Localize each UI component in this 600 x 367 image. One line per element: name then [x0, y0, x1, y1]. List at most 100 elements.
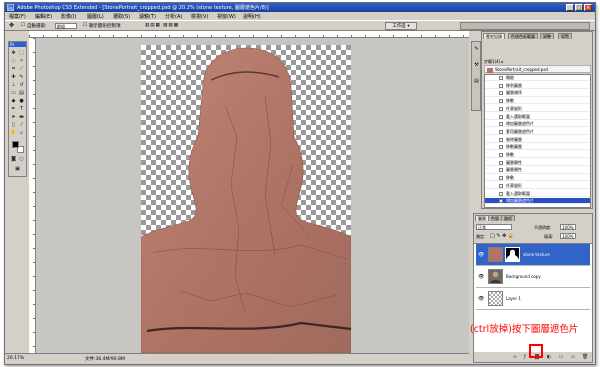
marquee-tool-icon[interactable]: ⬚ — [18, 50, 25, 57]
layer-thumbnail — [488, 269, 503, 284]
auto-select-checkbox[interactable]: ☐ — [21, 23, 25, 28]
history-step-label: 載入選取範圍 — [506, 113, 530, 119]
history-step[interactable]: 增加圖層遮色片 — [485, 198, 590, 205]
history-step[interactable]: 載入選取範圍 — [485, 191, 590, 197]
crop-tool-icon[interactable]: ⌗ — [10, 66, 17, 73]
workspace-button[interactable]: 工作區 ▾ — [385, 22, 417, 30]
blur-tool-icon[interactable]: ◆ — [10, 98, 17, 105]
history-step[interactable]: 移動 — [485, 152, 590, 159]
history-step[interactable]: 移動圖層 — [485, 144, 590, 151]
foreground-color-swatch[interactable] — [12, 141, 19, 148]
blend-mode-dropdown[interactable]: 正常 — [476, 224, 512, 230]
adjustment-layer-icon[interactable]: ◐ — [546, 354, 552, 360]
delete-layer-icon[interactable]: 🗑 — [582, 354, 588, 360]
fill-field[interactable]: 100% — [560, 233, 576, 239]
panel-dock-tab[interactable] — [460, 22, 590, 30]
toolbox: Ps ✥ ⬚ ◌ ✧ ⌗ ⟋ ✚ ✎ ⊥ ↺ ▭ ▤ ◆ ● ✒ T ➤ ▬ ▯… — [8, 41, 27, 177]
history-step[interactable]: 套用圖層遮色片 — [485, 129, 590, 136]
history-step[interactable]: 移動 — [485, 175, 590, 182]
history-step[interactable]: 增加圖層遮色片 — [485, 121, 590, 128]
tab-paths[interactable]: 路徑 — [501, 215, 515, 221]
tab-layers[interactable]: 圖層 — [475, 215, 489, 221]
horizontal-ruler[interactable] — [29, 31, 469, 38]
tab-color-range[interactable]: 色版色彩範圍 — [508, 33, 538, 39]
visibility-eye-icon[interactable]: 👁 — [478, 252, 484, 258]
zoom-tool-icon[interactable]: ⌕ — [18, 130, 25, 137]
menu-filter[interactable]: 濾鏡(T) — [139, 13, 156, 20]
eyedropper-icon[interactable]: ⁄ — [18, 122, 25, 129]
align-buttons-icon[interactable]: ▥▤▦ ▧▨▩ — [145, 23, 179, 28]
screen-mode-icon[interactable]: ▣ — [14, 166, 21, 173]
history-step[interactable]: 刪除圖層 — [485, 137, 590, 143]
maximize-button[interactable]: □ — [575, 4, 583, 11]
eraser-tool-icon[interactable]: ▭ — [10, 90, 17, 97]
shape-tool-icon[interactable]: ▬ — [18, 114, 25, 121]
quick-mask-icon[interactable]: ◙ — [10, 156, 17, 163]
brush-tool-icon[interactable]: ✎ — [18, 74, 25, 81]
new-group-icon[interactable]: ▭ — [558, 354, 564, 360]
layer-row-layer-1[interactable]: 👁 Layer 1 — [476, 288, 590, 310]
menu-select[interactable]: 選取(S) — [113, 13, 130, 20]
move-tool-icon[interactable]: ✥ — [10, 50, 17, 57]
opacity-field[interactable]: 100% — [560, 224, 576, 230]
history-brush-icon[interactable]: ↺ — [18, 82, 25, 89]
transform-controls-checkbox[interactable]: ☐ — [83, 23, 87, 28]
history-step[interactable]: 移動 — [485, 98, 590, 105]
layer-style-icon[interactable]: ƒ — [522, 354, 528, 360]
tab-history[interactable]: 歷史記錄 — [483, 33, 505, 39]
slice-tool-icon[interactable]: ⟋ — [18, 66, 25, 73]
layer-row-stone-texture[interactable]: 👁 stone texture — [476, 244, 590, 266]
history-step[interactable]: 載入選取範圍 — [485, 114, 590, 120]
brush-panel-icon[interactable]: ✎ — [473, 46, 480, 53]
type-tool-icon[interactable]: T — [18, 106, 25, 113]
history-step[interactable]: 圖層屬性 — [485, 167, 590, 174]
history-snapshot[interactable]: StonePortrait_cropped.psd — [484, 65, 591, 73]
layer-mask-thumbnail[interactable] — [505, 247, 520, 262]
minimize-button[interactable]: _ — [566, 4, 574, 11]
visibility-eye-icon[interactable]: 👁 — [478, 296, 484, 302]
gradient-tool-icon[interactable]: ▤ — [18, 90, 25, 97]
auto-select-dropdown[interactable]: 群組 — [55, 23, 77, 29]
lock-icons[interactable]: □ ✎ ✥ 🔒 — [490, 233, 514, 239]
close-button[interactable]: × — [584, 4, 592, 11]
history-step-icon — [499, 183, 503, 188]
menu-window[interactable]: 視窗(W) — [217, 13, 236, 20]
tab-channels[interactable]: 色版 — [488, 215, 502, 221]
menu-layer[interactable]: 圖層(L) — [87, 13, 104, 20]
history-step[interactable]: 任意變形 — [485, 106, 590, 112]
healing-brush-icon[interactable]: ✚ — [10, 74, 17, 81]
clone-stamp-icon[interactable]: ⊥ — [10, 82, 17, 89]
notes-tool-icon[interactable]: ▯ — [10, 122, 17, 129]
visibility-eye-icon[interactable]: 👁 — [478, 274, 484, 280]
history-step[interactable]: 開啟 — [485, 75, 590, 82]
menu-analysis[interactable]: 分析(A) — [165, 13, 182, 20]
menu-view[interactable]: 檢視(V) — [191, 13, 208, 20]
zoom-level[interactable]: 20.17% — [7, 356, 24, 361]
tool-presets-icon[interactable]: ⚒ — [473, 62, 480, 69]
path-select-icon[interactable]: ➤ — [10, 114, 17, 121]
layer-row-background-copy[interactable]: 👁 Background copy — [476, 266, 590, 288]
menu-help[interactable]: 說明(H) — [243, 13, 261, 20]
tab-adjustments[interactable]: 調整 — [540, 33, 554, 39]
pen-tool-icon[interactable]: ✒ — [10, 106, 17, 113]
menu-file[interactable]: 檔案(F) — [9, 13, 26, 20]
history-step[interactable]: 圖層屬性 — [485, 160, 590, 166]
dodge-tool-icon[interactable]: ● — [18, 98, 25, 105]
vertical-ruler[interactable] — [29, 38, 36, 353]
history-snapshot-label[interactable]: 步驟1(4) ▸ — [484, 59, 504, 64]
lasso-tool-icon[interactable]: ◌ — [10, 58, 17, 65]
menu-edit[interactable]: 編輯(E) — [35, 13, 52, 20]
history-step[interactable]: 圖層順序 — [485, 90, 590, 97]
document-canvas[interactable] — [141, 45, 351, 353]
standard-mode-icon[interactable]: ○ — [18, 156, 25, 163]
tab-navigator[interactable]: 導覽 — [558, 33, 572, 39]
new-layer-icon[interactable]: ▫ — [570, 354, 576, 360]
menu-image[interactable]: 影像(I) — [61, 13, 76, 20]
history-step-label: 增加圖層遮色片 — [506, 198, 534, 204]
layer-comps-icon[interactable]: ▤ — [473, 78, 480, 85]
history-step[interactable]: 移到圖層 — [485, 83, 590, 89]
hand-tool-icon[interactable]: ✋ — [10, 130, 17, 137]
history-step[interactable]: 任意變形 — [485, 183, 590, 189]
magic-wand-icon[interactable]: ✧ — [18, 58, 25, 65]
link-layers-icon[interactable]: ∞ — [512, 354, 518, 360]
